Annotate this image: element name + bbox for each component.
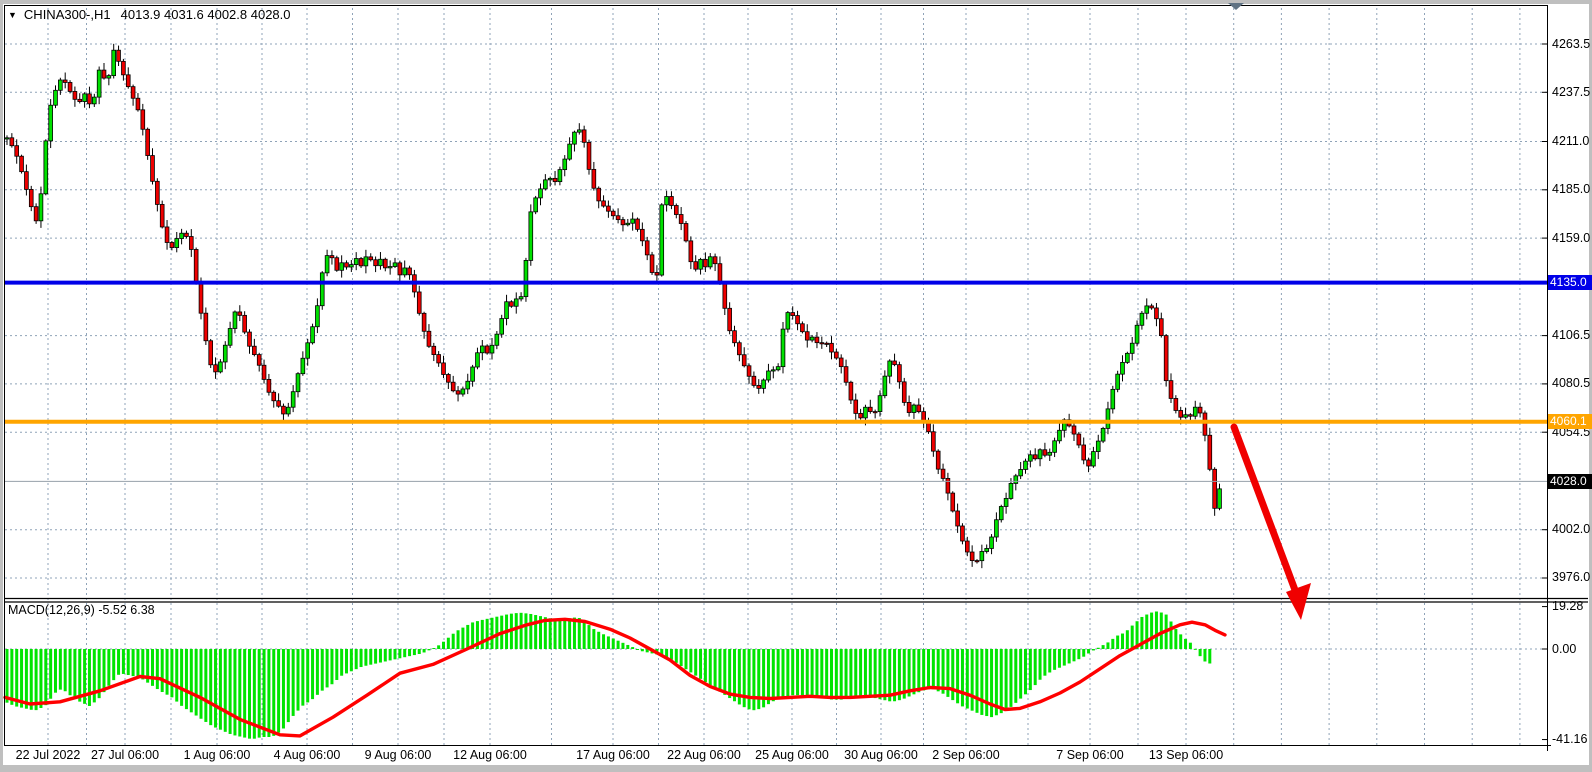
macd-name: MACD(12,26,9) [8,603,95,617]
bid-price-label: 4028.0 [1548,474,1592,489]
time-axis-label: 22 Jul 2022 [16,748,81,762]
price-axis-label: 4185.0 [1552,182,1590,197]
symbol-dropdown-icon[interactable]: ▼ [8,10,17,20]
ohlc-values: 4013.9 4031.6 4002.8 4028.0 [121,7,291,22]
time-axis-label: 25 Aug 06:00 [755,748,829,762]
time-axis-label: 4 Aug 06:00 [274,748,341,762]
price-axis-label: 4002.0 [1552,522,1590,537]
time-axis-label: 13 Sep 06:00 [1149,748,1223,762]
price-axis-label: 4106.5 [1552,328,1590,343]
time-axis-label: 12 Aug 06:00 [453,748,527,762]
time-axis-label: 9 Aug 06:00 [365,748,432,762]
macd-axis-label: 0.00 [1552,642,1576,657]
macd-indicator-label: MACD(12,26,9) -5.52 6.38 [8,603,155,617]
time-axis-label: 17 Aug 06:00 [576,748,650,762]
hline-price-label: 4060.1 [1548,414,1592,429]
time-axis-label: 30 Aug 06:00 [844,748,918,762]
chart-title: ▼ CHINA300-,H1 4013.9 4031.6 4002.8 4028.0 [8,7,291,22]
symbol-timeframe-label: CHINA300-,H1 [24,7,111,22]
price-axis-label: 4211.0 [1552,134,1589,149]
price-axis-label: 4080.5 [1552,376,1590,391]
price-axis-label: 4237.5 [1552,85,1590,100]
time-axis-label: 22 Aug 06:00 [667,748,741,762]
price-axis-label: 3976.0 [1552,570,1590,585]
time-axis-label: 7 Sep 06:00 [1056,748,1123,762]
time-axis-label: 1 Aug 06:00 [184,748,251,762]
price-axis-label: 4263.5 [1552,37,1590,52]
macd-axis-label: -41.16 [1552,732,1587,747]
time-axis-label: 2 Sep 06:00 [932,748,999,762]
hline-price-label: 4135.0 [1548,275,1592,290]
price-axis-label: 4159.0 [1552,231,1590,246]
macd-axis-label: 19.28 [1552,599,1583,614]
macd-values: -5.52 6.38 [98,603,154,617]
mt4-chart-window: ▼ CHINA300-,H1 4013.9 4031.6 4002.8 4028.0… [0,0,1592,772]
time-axis-label: 27 Jul 06:00 [91,748,159,762]
chart-canvas[interactable] [0,0,1592,772]
